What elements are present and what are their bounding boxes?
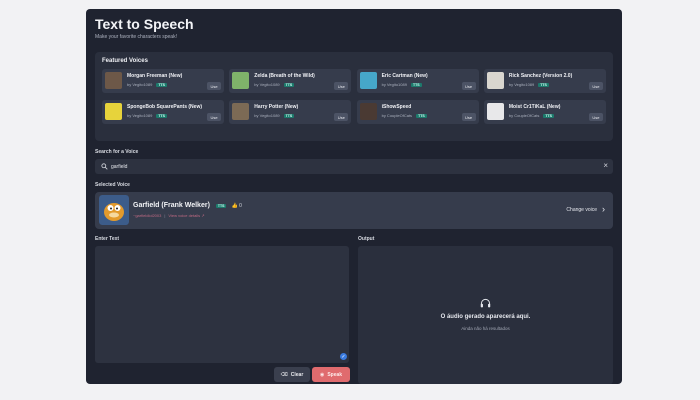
tts-badge: TTS	[410, 83, 422, 87]
voice-author: by Vegito1089 TTS	[127, 113, 167, 118]
clear-search-icon[interactable]: ×	[603, 162, 608, 170]
tts-badge: TTS	[543, 114, 554, 118]
voice-avatar	[359, 103, 377, 120]
page-subtitle: Make your favorite characters speak!	[95, 34, 177, 40]
voice-name: Zelda (Breath of the Wild)	[254, 73, 315, 79]
headphones-icon	[480, 298, 491, 308]
voice-author: by Vegito1089 TTS	[254, 113, 295, 118]
voice-avatar	[232, 103, 250, 120]
voice-author-text: by Vegito1089	[381, 82, 407, 87]
output-submessage: Ainda não há resultados	[461, 326, 510, 331]
clear-button[interactable]: ⌫ Clear	[274, 367, 310, 382]
like-count-value: 0	[239, 203, 242, 209]
voice-author-text: by Vegito1089	[254, 82, 280, 87]
eraser-icon: ⌫	[280, 371, 288, 378]
search-box: ×	[95, 159, 613, 174]
tts-badge: TTS	[538, 83, 549, 87]
featured-voice-card[interactable]: SpongeBob SquarePants (New) by Vegito1089…	[102, 100, 224, 124]
voice-author-text: by Vegito1089	[254, 113, 280, 118]
change-voice-button[interactable]: Change voice ›	[566, 204, 605, 214]
use-voice-button[interactable]: Use	[588, 113, 603, 121]
use-voice-button[interactable]: Use	[588, 82, 603, 90]
enter-text-label: Enter Text	[95, 236, 120, 242]
voice-name: Rick Sanchez (Version 2.0)	[508, 73, 573, 79]
selected-voice-label: Selected Voice	[95, 182, 130, 188]
voice-avatar	[486, 103, 504, 120]
external-link-icon: ↗	[201, 213, 205, 218]
selected-voice-meta: ~garfieldlol2003 | View voice details ↗	[133, 213, 205, 218]
tts-badge: TTS	[156, 83, 167, 87]
voice-avatar	[359, 72, 377, 89]
featured-voices-section: Featured Voices Morgan Freeman (New) by V…	[95, 52, 613, 141]
voice-author: by CoupleOfCats TTS	[509, 113, 554, 118]
voice-author: by CoupleOfCats TTS	[382, 113, 427, 118]
page-title: Text to Speech	[95, 16, 194, 32]
tts-badge: TTS	[215, 204, 227, 208]
author-link[interactable]: ~garfieldlol2003	[133, 213, 161, 218]
featured-voice-card[interactable]: Harry Potter (New) by Vegito1089 TTS Use	[229, 100, 352, 124]
featured-voice-card[interactable]: Moist Cr1TiKaL (New) by CoupleOfCats TTS Us…	[483, 100, 606, 124]
search-icon	[101, 163, 108, 170]
voice-avatar	[105, 103, 122, 120]
featured-voices-grid: Morgan Freeman (New) by Vegito1089 TTS Use Z…	[102, 69, 606, 124]
voice-name: Eric Cartman (New)	[381, 73, 428, 79]
featured-voice-card[interactable]: Rick Sanchez (Version 2.0) by Vegito1089 T…	[483, 69, 606, 93]
use-voice-button[interactable]: Use	[207, 82, 221, 90]
voice-name: Harry Potter (New)	[254, 104, 299, 110]
voice-name: Morgan Freeman (New)	[127, 73, 183, 79]
voice-author: by Vegito1089 TTS	[254, 82, 295, 87]
voice-avatar	[232, 72, 250, 89]
use-voice-button[interactable]: Use	[334, 82, 349, 90]
use-voice-button[interactable]: Use	[461, 113, 476, 121]
voice-author: by Vegito1089 TTS	[382, 82, 422, 87]
voice-name: Moist Cr1TiKaL (New)	[508, 104, 561, 110]
voice-details-link[interactable]: View voice details	[168, 213, 200, 218]
selected-voice-avatar	[99, 195, 129, 225]
tts-badge: TTS	[156, 114, 167, 118]
voice-author: by Vegito1089 TTS	[509, 82, 549, 87]
selected-voice-card: Garfield (Frank Welker) TTS 👍 0 ~garfiel…	[95, 192, 613, 229]
featured-voices-title: Featured Voices	[102, 58, 148, 64]
selected-voice-name-text: Garfield (Frank Welker)	[133, 202, 210, 209]
voice-author-text: by Vegito1089	[127, 82, 153, 87]
like-count: 👍 0	[231, 203, 242, 209]
use-voice-button[interactable]: Use	[461, 82, 476, 90]
change-voice-label: Change voice	[566, 206, 597, 213]
voice-author-text: by Vegito1089	[508, 82, 535, 87]
featured-voice-card[interactable]: iShowSpeed by CoupleOfCats TTS Use	[356, 100, 479, 124]
output-message: O áudio gerado aparecerá aqui.	[440, 314, 531, 320]
tts-badge: TTS	[283, 83, 295, 87]
voice-avatar	[105, 72, 122, 89]
voice-avatar	[486, 72, 504, 89]
voice-name: SpongeBob SquarePants (New)	[127, 104, 203, 110]
use-voice-button[interactable]: Use	[334, 113, 349, 121]
search-label: Search for a Voice	[95, 149, 139, 155]
voice-name: iShowSpeed	[381, 104, 412, 110]
featured-voice-card[interactable]: Morgan Freeman (New) by Vegito1089 TTS Use	[102, 69, 224, 93]
featured-voice-card[interactable]: Zelda (Breath of the Wild) by Vegito1089 T…	[229, 69, 352, 93]
voice-author-text: by CoupleOfCats	[381, 113, 413, 118]
speaker-icon: ◉	[319, 371, 325, 378]
voice-author-text: by CoupleOfCats	[508, 113, 540, 118]
check-icon: ✓	[340, 353, 347, 360]
clear-button-label: Clear	[290, 371, 304, 378]
tts-badge: TTS	[283, 114, 295, 118]
speak-button[interactable]: ◉ Speak	[312, 367, 350, 382]
chevron-right-icon: ›	[602, 204, 605, 214]
use-voice-button[interactable]: Use	[207, 113, 221, 121]
tts-app-panel: Text to Speech Make your favorite charac…	[86, 9, 622, 384]
selected-voice-name: Garfield (Frank Welker) TTS 👍 0	[133, 202, 242, 209]
tts-badge: TTS	[416, 114, 427, 118]
search-input[interactable]	[111, 161, 591, 172]
output-panel: O áudio gerado aparecerá aqui. Ainda não…	[358, 246, 613, 384]
featured-voice-card[interactable]: Eric Cartman (New) by Vegito1089 TTS Use	[356, 69, 479, 93]
text-input[interactable]	[95, 246, 349, 363]
voice-author: by Vegito1089 TTS	[127, 82, 167, 87]
output-label: Output	[358, 236, 375, 242]
voice-author-text: by Vegito1089	[127, 113, 153, 118]
speak-button-label: Speak	[327, 371, 343, 378]
